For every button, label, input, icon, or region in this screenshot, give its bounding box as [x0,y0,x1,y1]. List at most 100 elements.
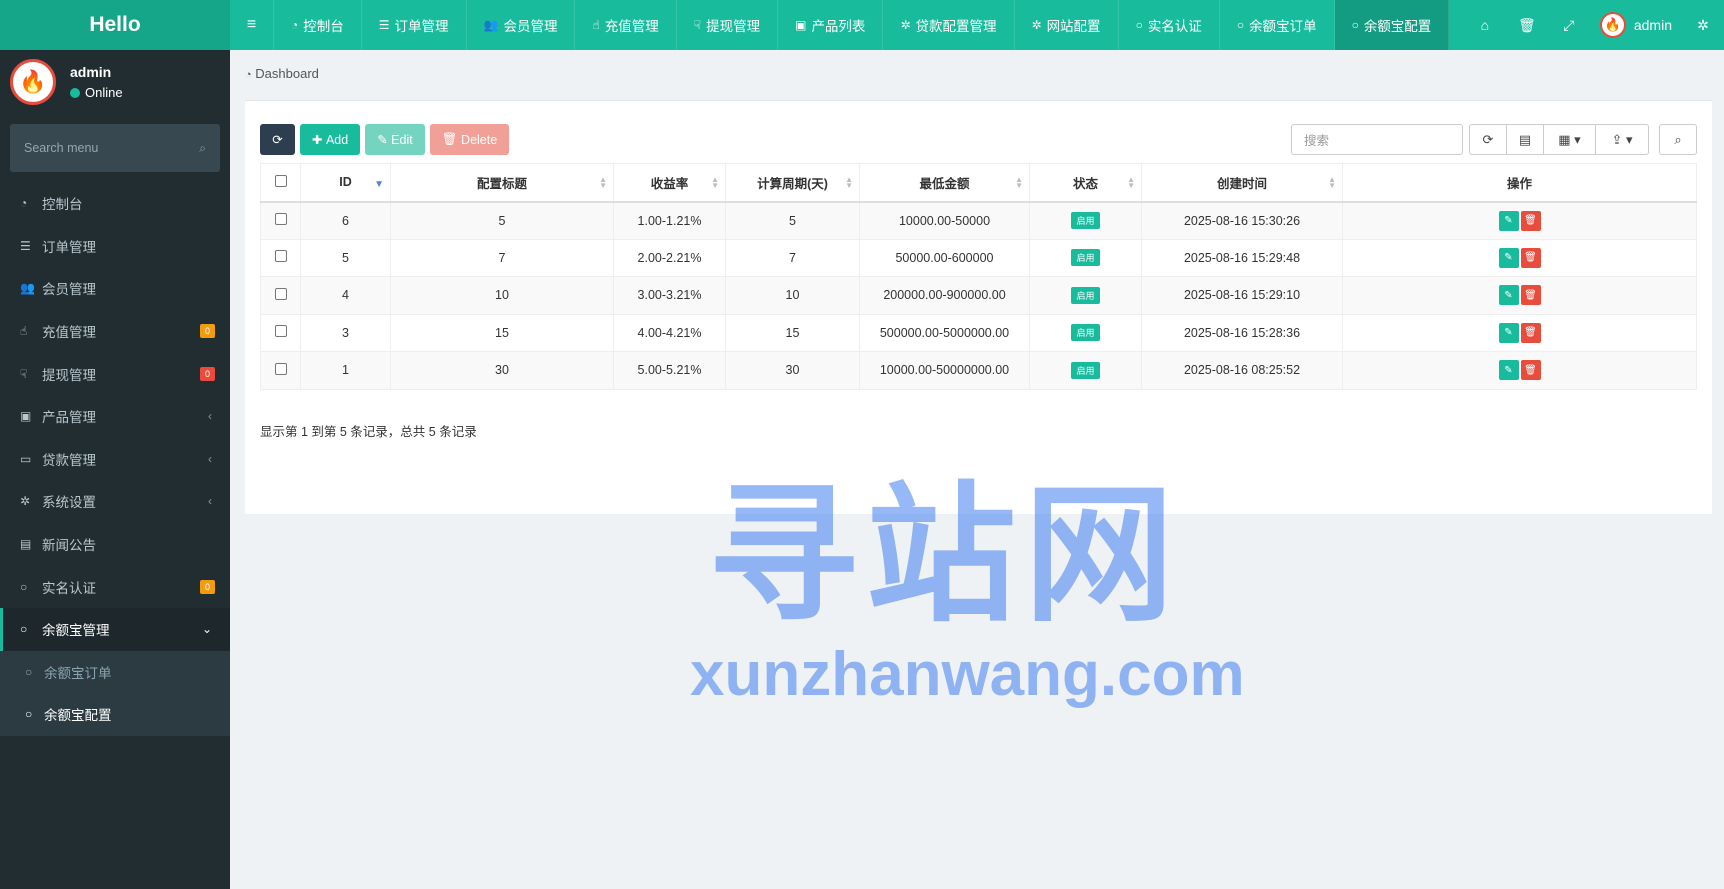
cell-status: 启用 [1029,201,1142,240]
sidebar-search-input[interactable]: Search menu ⌕ [10,124,220,172]
column-header-actions: 操作 [1342,163,1697,203]
row-checkbox[interactable] [260,276,301,315]
user-panel: 🔥 admin Online [0,50,230,114]
column-header-status[interactable]: 状态 ▲ ▼ [1029,163,1142,203]
cell-rate: 4.00-4.21% [613,313,726,352]
delete-button[interactable]: 🗑 Delete [429,124,510,155]
tab-9[interactable]: ○ 余额宝订单 [1220,0,1335,50]
cell-rate: 3.00-3.21% [613,276,726,315]
sidebar-item-9[interactable]: ○ 实名认证 0 [0,565,230,608]
tab-6[interactable]: ✲ 贷款配置管理 [883,0,1015,50]
delete-row-button[interactable]: 🗑 [1520,360,1541,381]
table-row[interactable]: 3 15 4.00-4.21% 15 500000.00-5000000.00 启用 202… [260,313,1697,352]
row-checkbox[interactable] [260,201,301,240]
circle-icon: ○ [25,707,33,722]
sidebar-subitem-1[interactable]: ○ 余额宝配置 [0,693,230,736]
list-icon: ☰ [378,18,390,32]
shopping-bag-icon: ▣ [795,18,807,32]
sidebar-item-3[interactable]: ☝ 充值管理 0 [0,310,230,353]
edit-row-button[interactable]: ✎ [1498,247,1519,268]
status-badge: 启用 [1071,212,1100,229]
tab-8[interactable]: ○ 实名认证 [1119,0,1220,50]
tab-3[interactable]: ☝ 充值管理 [575,0,677,50]
column-header-period[interactable]: 计算周期(天) ▲ ▼ [725,163,860,203]
hand-down-icon: ☟ [20,366,28,381]
export-icon[interactable]: ⇪ ▾ [1596,125,1648,154]
edit-row-button[interactable]: ✎ [1498,360,1519,381]
refresh-icon[interactable]: ⟳ [1470,125,1507,154]
tab-0[interactable]: ◔ 控制台 [274,0,362,50]
status-badge: 启用 [1071,286,1100,304]
circle-icon: ○ [1236,18,1245,32]
circle-icon: ○ [25,664,33,679]
table-toolbar: ⟳ ✚ Add ✎ Edit 🗑 Delete [260,124,514,155]
row-checkbox[interactable] [260,351,301,390]
pagination-info: 显示第 1 到第 5 条记录，总共 5 条记录 [260,425,477,439]
tab-1[interactable]: ☰ 订单管理 [362,0,467,50]
sidebar-item-4[interactable]: ☟ 提现管理 0 [0,352,230,395]
search-icon[interactable]: ⌕ [1659,124,1697,155]
sidebar-subitem-0[interactable]: ○ 余额宝订单 [0,651,230,694]
shopping-bag-icon: ▣ [20,409,32,424]
credit-card-icon: ▭ [20,451,32,466]
trash-icon[interactable]: 🗑 [1506,0,1548,50]
table-row[interactable]: 5 7 2.00-2.21% 7 50000.00-600000 启用 2025-08-16… [260,238,1697,277]
row-checkbox[interactable] [260,238,301,277]
edit-row-button[interactable]: ✎ [1498,210,1519,231]
home-icon[interactable]: ⌂ [1464,0,1506,50]
column-header-rate[interactable]: 收益率 ▲ ▼ [613,163,726,203]
sidebar-item-0[interactable]: ◔ 控制台 [0,182,230,225]
delete-row-button[interactable]: 🗑 [1520,322,1541,343]
tab-2[interactable]: 👥 会员管理 [467,0,576,50]
cell-title: 5 [390,201,614,240]
select-all-checkbox[interactable] [260,163,301,203]
cell-amount: 200000.00-900000.00 [859,276,1030,315]
chevron-left-icon: ‹ [208,451,212,466]
data-table: ID ▼ 配置标题 ▲ ▼ 收益率 ▲ ▼ 计算周期(天) ▲ ▼ 最低金额 ▲ ▼ 状态 ▲ ▼ 创… [260,163,1697,390]
columns-icon[interactable]: ▦ ▾ [1544,125,1596,154]
toggle-view-icon[interactable]: ▤ [1507,125,1544,154]
column-header-title[interactable]: 配置标题 ▲ ▼ [390,163,614,203]
table-search-input[interactable]: 搜索 [1291,124,1463,155]
delete-row-button[interactable]: 🗑 [1520,247,1541,268]
edit-row-button[interactable]: ✎ [1498,322,1519,343]
user-menu[interactable]: 🔥 admin [1590,12,1682,38]
column-header-id[interactable]: ID ▼ [300,163,391,203]
edit-row-button[interactable]: ✎ [1498,285,1519,306]
watermark-en: xunzhanwang.com [690,640,1245,709]
table-row[interactable]: 6 5 1.00-1.21% 5 10000.00-50000 启用 2025-08-16 … [260,201,1697,240]
column-header-created[interactable]: 创建时间 ▲ ▼ [1141,163,1343,203]
cell-amount: 500000.00-5000000.00 [859,313,1030,352]
row-checkbox[interactable] [260,313,301,352]
sidebar-item-2[interactable]: 👥 会员管理 [0,267,230,310]
settings-icon[interactable]: ✲ [1682,0,1724,50]
status-dot-icon [70,87,80,98]
main-content: ◔ Dashboard ⟳ ✚ Add ✎ Edit 🗑 Delete 搜索 ⟳… [230,50,1724,889]
sidebar-item-7[interactable]: ✲ 系统设置 ‹ [0,480,230,523]
delete-row-button[interactable]: 🗑 [1520,210,1541,231]
tab-5[interactable]: ▣ 产品列表 [778,0,884,50]
cell-id: 4 [300,276,391,315]
add-button[interactable]: ✚ Add [300,124,361,155]
table-row[interactable]: 1 30 5.00-5.21% 30 10000.00-50000000.00 启用 202… [260,351,1697,390]
sidebar-item-6[interactable]: ▭ 贷款管理 ‹ [0,438,230,481]
refresh-button[interactable]: ⟳ [260,124,295,155]
edit-button[interactable]: ✎ Edit [365,124,425,155]
sidebar-item-5[interactable]: ▣ 产品管理 ‹ [0,395,230,438]
tab-4[interactable]: ☟ 提现管理 [677,0,779,50]
app-logo[interactable]: Hello [0,0,230,50]
avatar: 🔥 [10,59,56,105]
table-row[interactable]: 4 10 3.00-3.21% 10 200000.00-900000.00 启用 2025… [260,276,1697,315]
fullscreen-icon[interactable]: ⤢ [1548,0,1590,50]
sidebar-item-1[interactable]: ☰ 订单管理 [0,225,230,268]
sidebar-item-8[interactable]: ▤ 新闻公告 [0,523,230,566]
sort-desc-icon: ▼ [374,179,384,190]
sidebar-toggle-icon[interactable]: ≡ [230,0,274,50]
tab-7[interactable]: ✲ 网站配置 [1015,0,1119,50]
refresh-icon: ⟳ [272,133,283,147]
column-header-amount[interactable]: 最低金额 ▲ ▼ [859,163,1030,203]
tab-10[interactable]: ○ 余额宝配置 [1334,0,1450,50]
chevron-left-icon: ‹ [208,409,212,424]
delete-row-button[interactable]: 🗑 [1520,285,1541,306]
sidebar-item-10[interactable]: ○ 余额宝管理 ⌄ [0,607,230,651]
